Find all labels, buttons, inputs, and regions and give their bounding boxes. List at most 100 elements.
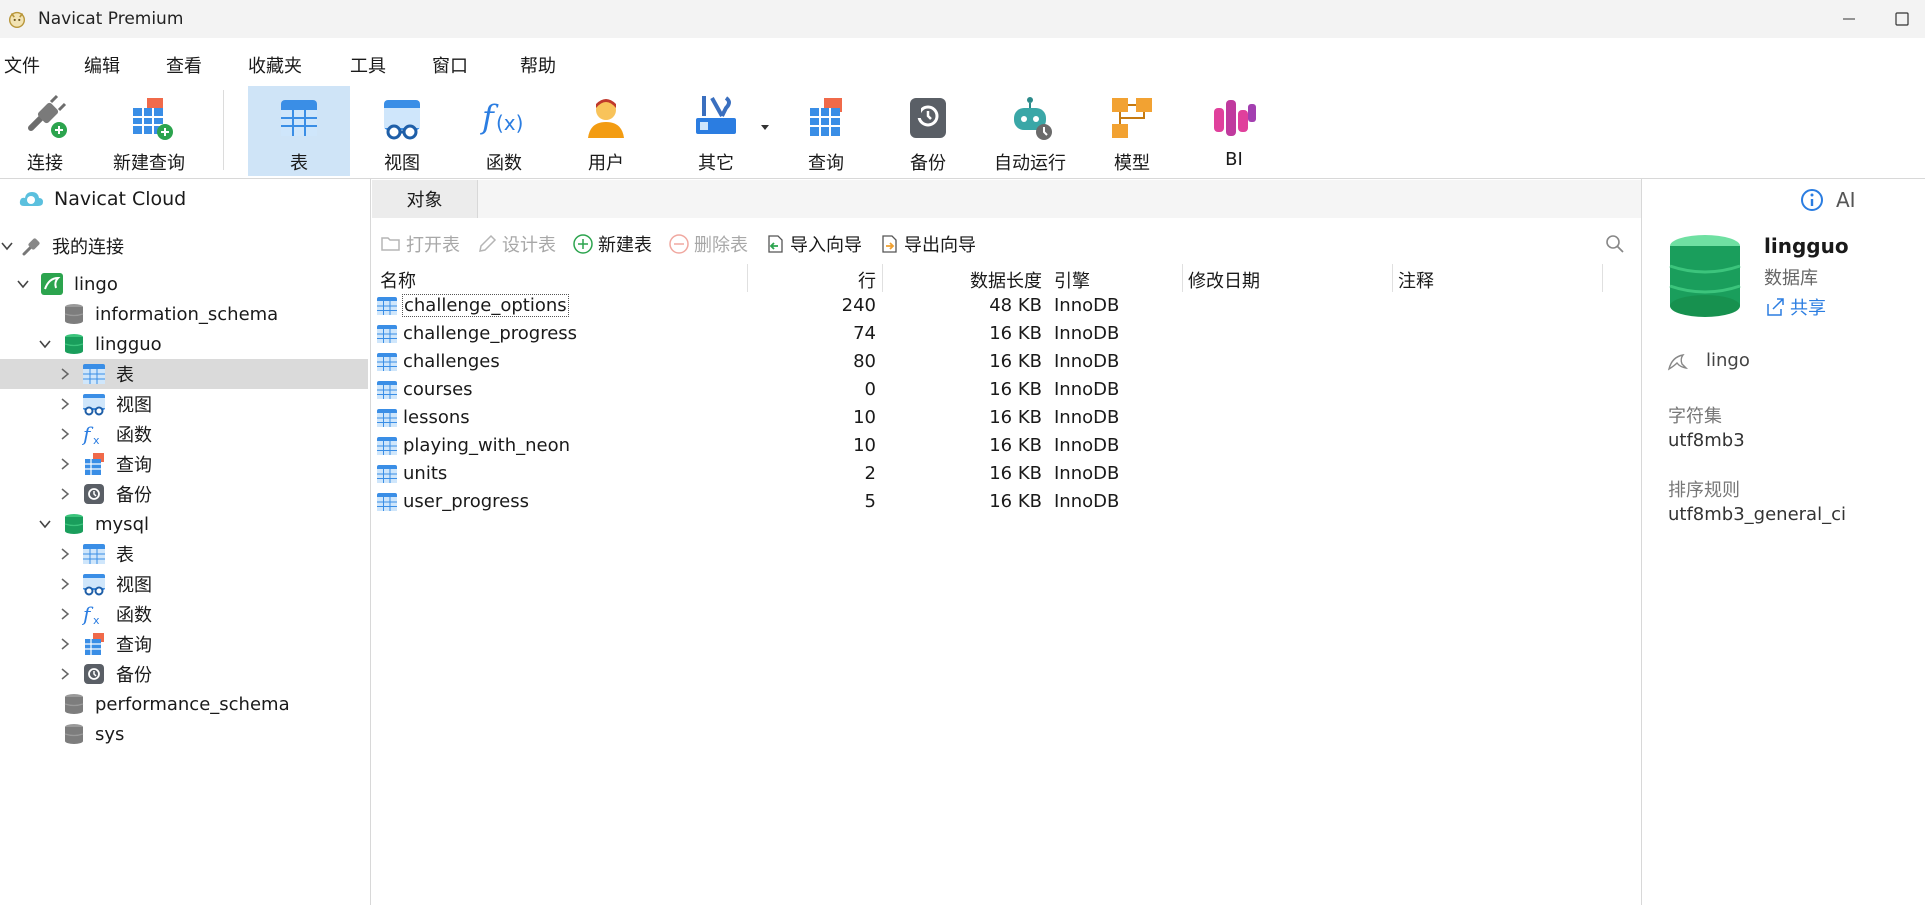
menu-tools[interactable]: 工具 <box>350 52 386 78</box>
col-header-name[interactable]: 名称 <box>380 267 416 293</box>
details-panel: AI lingguo 数据库 共享 lingo 字符集 utf8mb3 排序规则… <box>1644 180 1925 905</box>
maximize-button[interactable] <box>1879 0 1925 38</box>
col-header-data-length[interactable]: 数据长度 <box>970 267 1042 293</box>
chevron-right-icon[interactable] <box>58 427 72 441</box>
menu-edit[interactable]: 编辑 <box>84 52 120 78</box>
table-rows: 10 <box>853 435 876 456</box>
chevron-down-icon[interactable] <box>0 239 14 253</box>
chevron-right-icon[interactable] <box>58 397 72 411</box>
col-header-comment[interactable]: 注释 <box>1398 267 1434 293</box>
table-data-length: 16 KB <box>989 435 1042 456</box>
view-button[interactable]: 视图 <box>362 86 442 176</box>
chevron-right-icon[interactable] <box>58 367 72 381</box>
tree-connection-lingo[interactable]: lingo <box>0 269 368 299</box>
table-row[interactable]: challenges 80 16 KB InnoDB <box>372 348 1642 376</box>
table-row[interactable]: challenge_options 240 48 KB InnoDB <box>372 292 1642 320</box>
bi-button[interactable]: BI <box>1194 86 1274 176</box>
table-button[interactable]: 表 <box>248 86 350 176</box>
table-row[interactable]: courses 0 16 KB InnoDB <box>372 376 1642 404</box>
design-table-label: 设计表 <box>502 235 556 256</box>
chevron-right-icon[interactable] <box>58 607 72 621</box>
design-table-button[interactable]: 设计表 <box>476 231 556 257</box>
toolbar-separator <box>223 90 224 170</box>
tree-lingguo-backups[interactable]: 备份 <box>0 479 368 509</box>
info-icon[interactable] <box>1800 188 1824 212</box>
new-query-icon <box>133 98 173 140</box>
menu-help[interactable]: 帮助 <box>520 52 556 78</box>
chevron-down-icon[interactable] <box>38 517 52 531</box>
main-toolbar: 连接 新建查询 表 视图 f (x) 函数 用户 其它 查询 备份 自动运行 模… <box>0 84 1925 178</box>
col-header-modified[interactable]: 修改日期 <box>1188 267 1260 293</box>
new-table-button[interactable]: 新建表 <box>572 231 652 257</box>
chevron-right-icon[interactable] <box>58 487 72 501</box>
tree-db-performance-schema[interactable]: performance_schema <box>0 689 368 719</box>
function-icon: fx <box>82 422 100 446</box>
tree-db-mysql[interactable]: mysql <box>0 509 368 539</box>
table-engine: InnoDB <box>1054 491 1120 512</box>
user-button[interactable]: 用户 <box>566 86 646 176</box>
tree-db-information-schema[interactable]: information_schema <box>0 299 368 329</box>
chevron-right-icon[interactable] <box>58 547 72 561</box>
tree-lingguo-queries[interactable]: 查询 <box>0 449 368 479</box>
connect-button[interactable]: 连接 <box>8 86 82 176</box>
open-table-button[interactable]: 打开表 <box>380 231 460 257</box>
chevron-right-icon[interactable] <box>58 667 72 681</box>
menu-view[interactable]: 查看 <box>166 52 202 78</box>
menu-file[interactable]: 文件 <box>4 52 40 78</box>
export-wizard-button[interactable]: 导出向导 <box>878 231 976 257</box>
tree-lingguo-functions[interactable]: fx 函数 <box>0 419 368 449</box>
search-icon[interactable] <box>1604 233 1626 255</box>
chevron-down-icon[interactable] <box>38 337 52 351</box>
tree-mysql-tables[interactable]: 表 <box>0 539 368 569</box>
backup-button[interactable]: 备份 <box>888 86 968 176</box>
chevron-right-icon[interactable] <box>58 577 72 591</box>
table-data-length: 16 KB <box>989 351 1042 372</box>
chevron-right-icon[interactable] <box>58 457 72 471</box>
table-row[interactable]: units 2 16 KB InnoDB <box>372 460 1642 488</box>
delete-table-button[interactable]: 删除表 <box>668 231 748 257</box>
tree-lingguo-tables[interactable]: 表 <box>0 359 368 389</box>
model-button[interactable]: 模型 <box>1092 86 1172 176</box>
connection-dolphin-icon <box>1667 353 1689 371</box>
col-header-rows[interactable]: 行 <box>858 267 876 293</box>
chevron-right-icon[interactable] <box>58 637 72 651</box>
maximize-icon <box>1895 12 1909 26</box>
table-row[interactable]: user_progress 5 16 KB InnoDB <box>372 488 1642 516</box>
chevron-down-icon[interactable] <box>16 277 30 291</box>
table-row[interactable]: playing_with_neon 10 16 KB InnoDB <box>372 432 1642 460</box>
minimize-button[interactable] <box>1819 0 1879 38</box>
automation-button[interactable]: 自动运行 <box>990 86 1070 176</box>
query-button[interactable]: 查询 <box>786 86 866 176</box>
tab-objects[interactable]: 对象 <box>372 180 478 218</box>
table-row[interactable]: lessons 10 16 KB InnoDB <box>372 404 1642 432</box>
other-button[interactable]: 其它 <box>676 86 756 176</box>
table-icon <box>377 381 397 399</box>
tree-mysql-functions[interactable]: fx 函数 <box>0 599 368 629</box>
tree-db-lingguo[interactable]: lingguo <box>0 329 368 359</box>
share-link[interactable]: 共享 <box>1764 294 1826 320</box>
tree-mysql-backups[interactable]: 备份 <box>0 659 368 689</box>
backup-label: 备份 <box>910 153 946 174</box>
other-label: 其它 <box>698 153 734 174</box>
table-engine: InnoDB <box>1054 407 1120 428</box>
tree-mysql-queries[interactable]: 查询 <box>0 629 368 659</box>
tree-db-sys[interactable]: sys <box>0 719 368 749</box>
tree-my-connections[interactable]: 我的连接 <box>0 231 368 261</box>
tree-lingguo-views[interactable]: 视图 <box>0 389 368 419</box>
toolbar-border <box>0 178 1925 179</box>
import-icon <box>768 235 783 253</box>
import-wizard-button[interactable]: 导入向导 <box>764 231 862 257</box>
function-button[interactable]: f (x) 函数 <box>464 86 544 176</box>
new-query-button[interactable]: 新建查询 <box>104 86 194 176</box>
navicat-cloud-item[interactable]: Navicat Cloud <box>18 188 186 210</box>
ai-button[interactable]: AI <box>1836 188 1856 212</box>
menu-favorites[interactable]: 收藏夹 <box>248 52 302 78</box>
tree-mysql-views[interactable]: 视图 <box>0 569 368 599</box>
db-name: information_schema <box>95 303 279 325</box>
table-row[interactable]: challenge_progress 74 16 KB InnoDB <box>372 320 1642 348</box>
column-divider <box>747 264 748 292</box>
other-dropdown-icon[interactable] <box>760 124 770 132</box>
table-icon <box>377 297 397 315</box>
menu-window[interactable]: 窗口 <box>432 52 468 78</box>
col-header-engine[interactable]: 引擎 <box>1054 267 1090 293</box>
